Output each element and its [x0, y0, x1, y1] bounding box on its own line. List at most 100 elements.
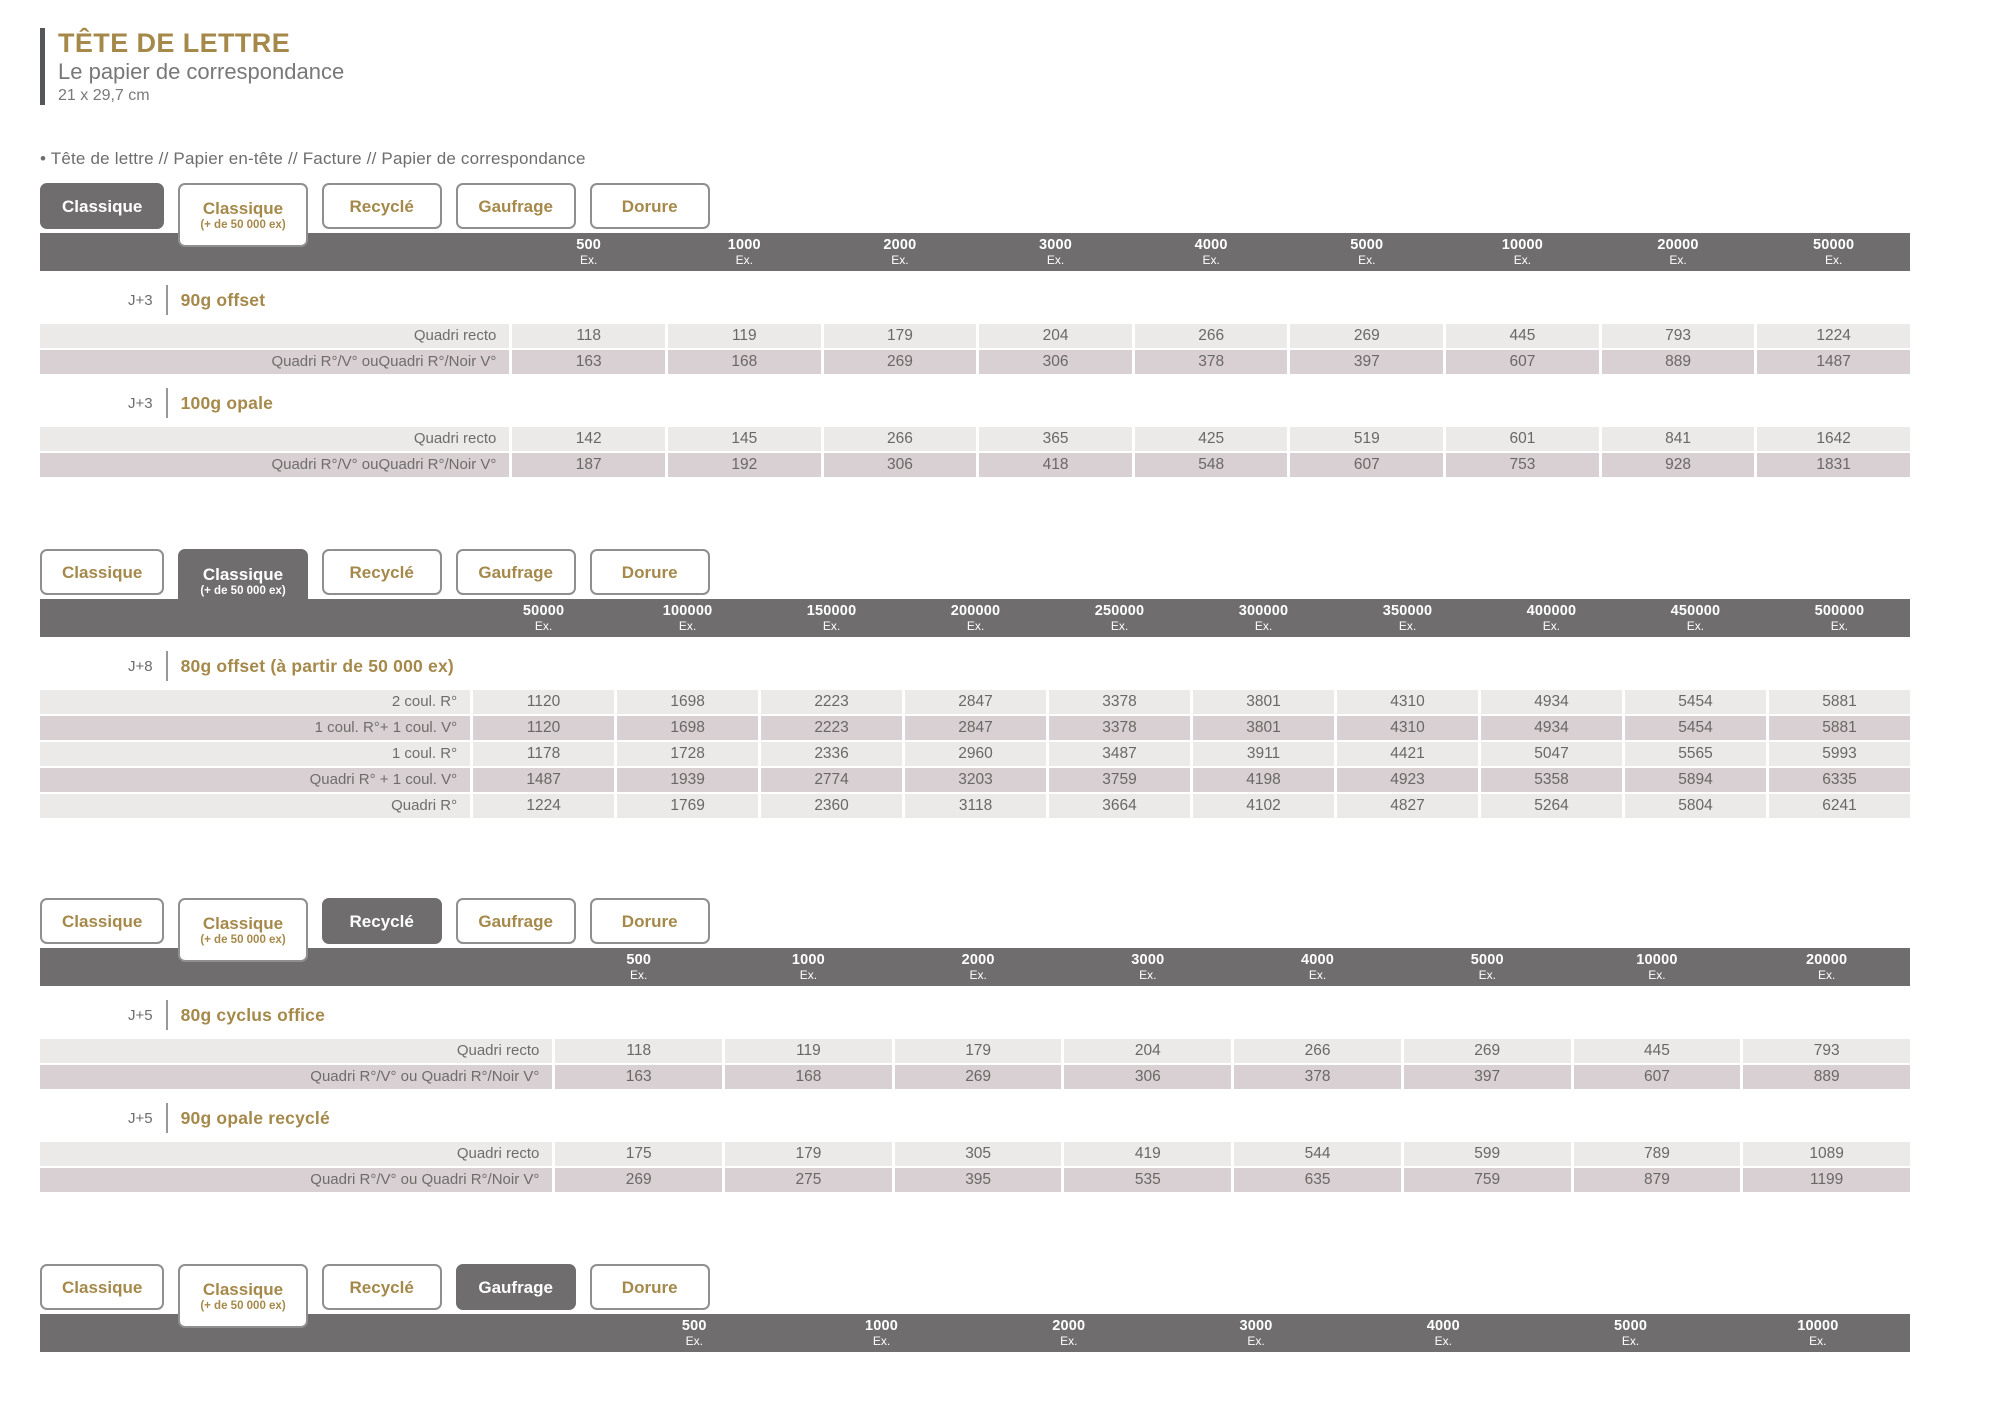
tab-dorure[interactable]: Dorure [590, 898, 710, 944]
tab-gaufrage[interactable]: Gaufrage [456, 549, 576, 595]
tab-label: Recyclé [350, 1278, 414, 1297]
price-row: 2 coul. R°112016982223284733783801431049… [40, 690, 1910, 714]
price-cell: 1487 [473, 768, 614, 792]
column-quantity: 2000 [1052, 1319, 1085, 1334]
tab-classique[interactable]: Classique [40, 898, 164, 944]
column-header: 500Ex. [512, 233, 665, 271]
tab-row: ClassiqueClassique(+ de 50 000 ex)Recycl… [40, 898, 1910, 948]
tab-dorure[interactable]: Dorure [590, 549, 710, 595]
price-cell: 119 [725, 1039, 892, 1063]
price-cell: 635 [1234, 1168, 1401, 1192]
tab-classique[interactable]: Classique [40, 549, 164, 595]
tab-recycle[interactable]: Recyclé [322, 183, 442, 229]
column-quantity: 4000 [1301, 953, 1334, 968]
price-cell: 168 [725, 1065, 892, 1089]
price-cell: 607 [1446, 350, 1599, 374]
column-quantity: 3000 [1131, 953, 1164, 968]
price-cell: 793 [1602, 324, 1755, 348]
price-row: Quadri R° + 1 coul. V°148719392774320337… [40, 768, 1910, 792]
price-cell: 1728 [617, 742, 758, 766]
column-quantity: 50000 [523, 604, 564, 619]
price-cell: 5358 [1481, 768, 1622, 792]
tab-sublabel: (+ de 50 000 ex) [200, 219, 285, 232]
tab-gaufrage[interactable]: Gaufrage [456, 898, 576, 944]
tab-label: Classique [203, 565, 283, 584]
column-header: 150000Ex. [761, 599, 902, 637]
tab-label: Recyclé [350, 563, 414, 582]
price-cell: 179 [895, 1039, 1062, 1063]
price-cell: 4934 [1481, 716, 1622, 740]
row-label: Quadri R° [40, 794, 470, 818]
tab-recycle[interactable]: Recyclé [322, 898, 442, 944]
column-header: 2000Ex. [895, 948, 1062, 986]
pricing-section-2: ClassiqueClassique(+ de 50 000 ex)Recycl… [40, 549, 1910, 818]
column-unit: Ex. [535, 619, 552, 633]
price-cell: 2960 [905, 742, 1046, 766]
price-cell: 1089 [1743, 1142, 1910, 1166]
tab-label: Gaufrage [478, 563, 553, 582]
row-label: 1 coul. R°+ 1 coul. V° [40, 716, 470, 740]
column-unit: Ex. [1435, 1334, 1452, 1348]
column-header: 1000Ex. [789, 1314, 973, 1352]
column-unit: Ex. [1622, 1334, 1639, 1348]
tab-classique-plus-50000[interactable]: Classique(+ de 50 000 ex) [178, 1264, 307, 1328]
price-cell: 163 [555, 1065, 722, 1089]
tab-classique-plus-50000[interactable]: Classique(+ de 50 000 ex) [178, 898, 307, 962]
price-cell: 793 [1743, 1039, 1910, 1063]
price-table: 500Ex.1000Ex.2000Ex.3000Ex.4000Ex.5000Ex… [40, 948, 1910, 1192]
column-quantity: 300000 [1239, 604, 1289, 619]
price-cell: 305 [895, 1142, 1062, 1166]
tab-classique[interactable]: Classique [40, 183, 164, 229]
price-cell: 266 [1234, 1039, 1401, 1063]
tab-dorure[interactable]: Dorure [590, 1264, 710, 1310]
price-cell: 879 [1574, 1168, 1741, 1192]
column-header: 250000Ex. [1049, 599, 1190, 637]
tab-classique[interactable]: Classique [40, 1264, 164, 1310]
tab-classique-plus-50000[interactable]: Classique(+ de 50 000 ex) [178, 549, 307, 613]
column-unit: Ex. [1543, 619, 1560, 633]
group-header: J+590g opale recyclé [40, 1103, 1910, 1133]
column-quantity: 5000 [1471, 953, 1504, 968]
tab-gaufrage[interactable]: Gaufrage [456, 183, 576, 229]
price-cell: 397 [1404, 1065, 1571, 1089]
tab-label: Classique [203, 199, 283, 218]
tab-recycle[interactable]: Recyclé [322, 549, 442, 595]
tab-dorure[interactable]: Dorure [590, 183, 710, 229]
column-unit: Ex. [1669, 253, 1686, 267]
row-label: Quadri R° + 1 coul. V° [40, 768, 470, 792]
tab-gaufrage[interactable]: Gaufrage [456, 1264, 576, 1310]
group-title: 80g offset (à partir de 50 000 ex) [181, 656, 454, 677]
column-header: 2000Ex. [824, 233, 977, 271]
group-header: J+580g cyclus office [40, 1000, 1910, 1030]
tab-classique-plus-50000[interactable]: Classique(+ de 50 000 ex) [178, 183, 307, 247]
tab-recycle[interactable]: Recyclé [322, 1264, 442, 1310]
price-row: Quadri recto118119179204266269445793 [40, 1039, 1910, 1063]
price-cell: 2774 [761, 768, 902, 792]
price-cell: 535 [1064, 1168, 1231, 1192]
tab-label: Dorure [622, 563, 678, 582]
price-cell: 4310 [1337, 716, 1478, 740]
price-cell: 266 [824, 427, 977, 451]
price-cell: 6241 [1769, 794, 1910, 818]
column-quantity: 2000 [883, 238, 916, 253]
column-quantity: 500 [626, 953, 651, 968]
price-cell: 204 [1064, 1039, 1231, 1063]
price-cell: 4102 [1193, 794, 1334, 818]
group-title: 80g cyclus office [181, 1005, 325, 1026]
tab-row: ClassiqueClassique(+ de 50 000 ex)Recycl… [40, 549, 1910, 599]
column-quantity: 4000 [1427, 1319, 1460, 1334]
price-cell: 1120 [473, 716, 614, 740]
tab-label: Gaufrage [478, 1278, 553, 1297]
price-row: Quadri recto1421452663654255196018411642 [40, 427, 1910, 451]
price-cell: 889 [1602, 350, 1755, 374]
column-header: 5000Ex. [1538, 1314, 1722, 1352]
price-cell: 269 [895, 1065, 1062, 1089]
tab-label: Classique [62, 197, 142, 216]
column-header: 400000Ex. [1481, 599, 1622, 637]
tab-label: Classique [203, 1280, 283, 1299]
page-title: TÊTE DE LETTRE [58, 28, 1910, 58]
column-quantity: 400000 [1527, 604, 1577, 619]
price-row: Quadri recto1751793054195445997891089 [40, 1142, 1910, 1166]
column-unit: Ex. [736, 253, 753, 267]
price-cell: 5454 [1625, 690, 1766, 714]
